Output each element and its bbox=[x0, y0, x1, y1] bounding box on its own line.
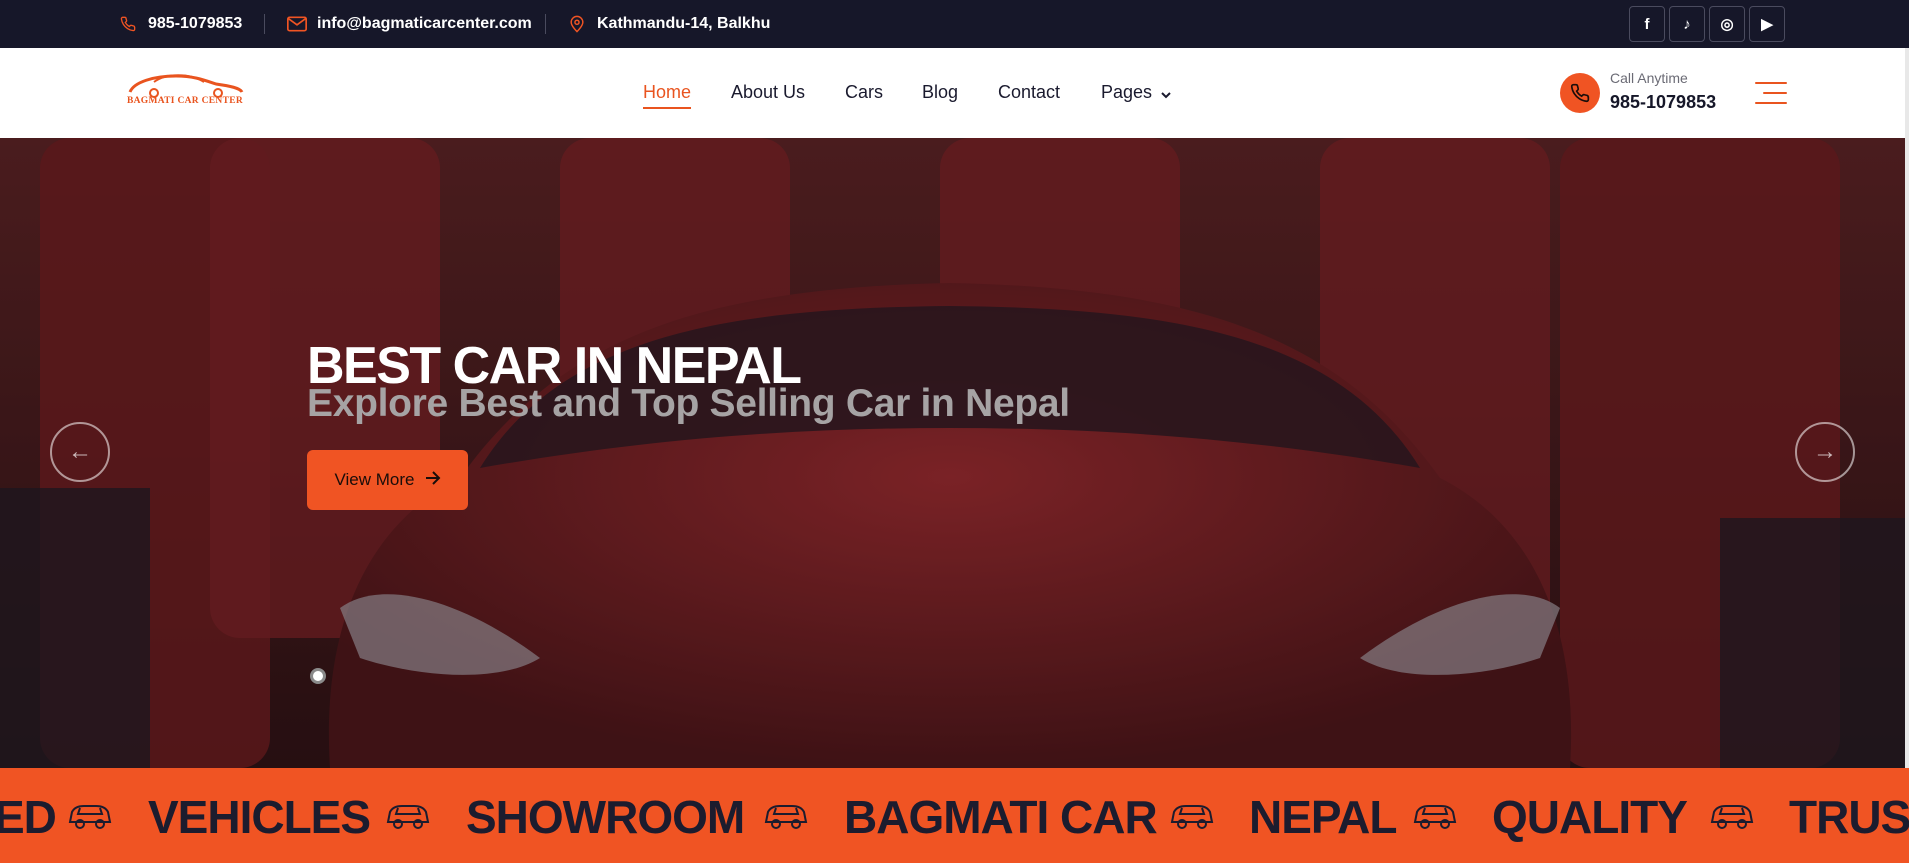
car-icon bbox=[386, 805, 430, 829]
view-more-button[interactable]: View More bbox=[307, 450, 468, 510]
car-icon bbox=[1413, 805, 1457, 829]
marquee-word: TRUS bbox=[1789, 791, 1909, 843]
phone-icon bbox=[1570, 83, 1590, 103]
nav-about-us[interactable]: About Us bbox=[731, 82, 805, 103]
marquee-strip: ED VEHICLES SHOWROOM BAGMATI CAR NEPAL Q… bbox=[0, 768, 1909, 863]
site-logo[interactable]: BAGMATI CAR CENTER bbox=[124, 68, 246, 118]
car-logo-icon bbox=[128, 74, 244, 98]
slider-next-button[interactable]: → bbox=[1795, 422, 1855, 482]
page-scrollbar[interactable] bbox=[1905, 48, 1909, 863]
menu-icon[interactable] bbox=[1755, 82, 1787, 104]
tiktok-icon[interactable]: ♪ bbox=[1669, 6, 1705, 42]
topbar-phone-text: 985-1079853 bbox=[148, 15, 243, 32]
car-icon bbox=[764, 805, 808, 829]
marquee-word: SHOWROOM bbox=[466, 791, 745, 843]
hero-slider: BEST CAR IN NEPAL Explore Best and Top S… bbox=[0, 138, 1905, 768]
mail-icon bbox=[287, 14, 307, 34]
marquee-word: ED bbox=[0, 791, 57, 843]
arrow-right-icon: → bbox=[1813, 438, 1837, 465]
nav-home[interactable]: Home bbox=[643, 82, 692, 109]
hero-subtitle: Explore Best and Top Selling Car in Nepa… bbox=[307, 382, 1070, 425]
main-header: BAGMATI CAR CENTER Home About Us Cars Bl… bbox=[0, 48, 1905, 138]
call-button[interactable] bbox=[1560, 73, 1600, 113]
location-pin-icon bbox=[567, 14, 587, 34]
marquee-word: VEHICLES bbox=[148, 791, 371, 843]
topbar-email-text: info@bagmaticarcenter.com bbox=[317, 15, 532, 32]
nav-pages-label: Pages bbox=[1101, 82, 1153, 102]
divider bbox=[264, 14, 265, 34]
topbar-email[interactable]: info@bagmaticarcenter.com bbox=[287, 0, 532, 48]
call-number[interactable]: 985-1079853 bbox=[1610, 92, 1716, 113]
facebook-icon[interactable]: f bbox=[1629, 6, 1665, 42]
marquee-word: QUALITY bbox=[1492, 791, 1688, 843]
marquee-word: NEPAL bbox=[1249, 791, 1397, 843]
car-icon bbox=[68, 805, 112, 829]
youtube-icon[interactable]: ▶ bbox=[1749, 6, 1785, 42]
nav-blog[interactable]: Blog bbox=[922, 82, 958, 103]
topbar-phone[interactable]: 985-1079853 bbox=[118, 0, 242, 48]
nav-contact[interactable]: Contact bbox=[998, 82, 1060, 103]
nav-cars[interactable]: Cars bbox=[845, 82, 883, 103]
topbar-address-text: Kathmandu-14, Balkhu bbox=[597, 15, 771, 32]
hero-background-image bbox=[0, 138, 1905, 768]
slider-dot-active[interactable] bbox=[310, 668, 326, 684]
slider-prev-button[interactable]: ← bbox=[50, 422, 110, 482]
top-bar: 985-1079853 info@bagmaticarcenter.com Ka… bbox=[0, 0, 1909, 48]
car-icon bbox=[1710, 805, 1754, 829]
call-label: Call Anytime bbox=[1610, 70, 1688, 86]
instagram-icon[interactable]: ◎ bbox=[1709, 6, 1745, 42]
topbar-address[interactable]: Kathmandu-14, Balkhu bbox=[567, 0, 770, 48]
view-more-label: View More bbox=[334, 470, 415, 489]
logo-text: BAGMATI CAR CENTER bbox=[126, 96, 244, 106]
divider bbox=[545, 14, 546, 34]
arrow-right-icon bbox=[425, 470, 441, 490]
car-icon bbox=[1170, 805, 1214, 829]
phone-icon bbox=[118, 14, 138, 34]
chevron-down-icon bbox=[1161, 83, 1171, 104]
nav-pages[interactable]: Pages bbox=[1101, 82, 1171, 104]
marquee-word: BAGMATI CAR bbox=[844, 791, 1158, 843]
arrow-left-icon: ← bbox=[68, 438, 92, 465]
